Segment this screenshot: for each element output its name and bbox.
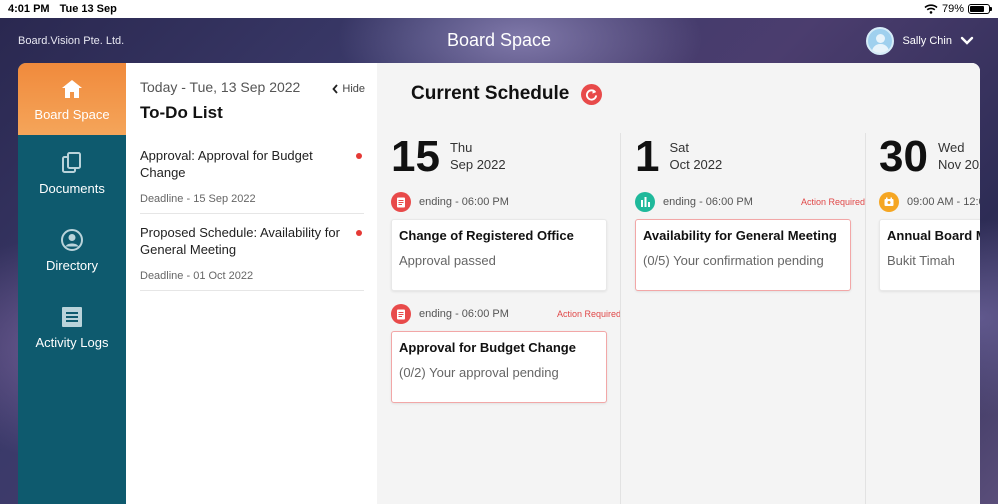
- sidebar-item-label: Board Space: [34, 106, 110, 122]
- user-name: Sally Chin: [902, 34, 952, 47]
- action-required-badge: Action Required: [556, 309, 621, 319]
- month-year: Oct 2022: [669, 157, 723, 172]
- event-time: ending - 06:00 PM: [663, 196, 753, 208]
- todo-item-title: Approval: Approval for Budget Change: [140, 148, 313, 180]
- bar-chart-icon: [635, 192, 655, 212]
- schedule-area: Current Schedule 15 Thu Sep 2022 ending …: [377, 63, 980, 504]
- event-meta: ending - 06:00 PM: [391, 191, 621, 213]
- event-time: ending - 06:00 PM: [419, 196, 509, 208]
- battery-percent: 79%: [941, 3, 964, 15]
- schedule-column: 30 Wed Nov 2022 09:00 AM - 12:00 PM Annu…: [879, 133, 980, 504]
- schedule-title: Current Schedule: [411, 83, 570, 104]
- todo-title: To-Do List: [140, 103, 223, 122]
- event-card[interactable]: Change of Registered Office Approval pas…: [391, 219, 607, 291]
- month-year: Nov 2022: [937, 157, 980, 172]
- sidebar-item-label: Documents: [39, 181, 105, 196]
- chevron-left-icon: [332, 84, 339, 94]
- event: 09:00 AM - 12:00 PM Annual Board Meeting…: [879, 191, 980, 291]
- todo-item-deadline: Deadline - 01 Oct 2022: [140, 270, 254, 282]
- document-icon: [391, 192, 411, 212]
- column-divider: [865, 133, 866, 504]
- day-info: Thu Sep 2022: [450, 139, 506, 173]
- top-bar: Board.Vision Pte. Ltd. Board Space Sally…: [0, 18, 998, 63]
- list-item[interactable]: Approval: Approval for Budget Change Dea…: [140, 137, 364, 214]
- status-bar: 4:01 PM Tue 13 Sep 79%: [0, 0, 998, 18]
- battery-icon: [968, 4, 992, 14]
- day-info: Wed Nov 2022: [938, 139, 980, 173]
- todo-panel: Today - Tue, 13 Sep 2022 Hide To-Do List…: [126, 63, 377, 504]
- unread-dot: [356, 230, 362, 236]
- event-title: Change of Registered Office: [399, 228, 574, 243]
- weekday: Thu: [449, 140, 473, 155]
- sidebar: Board Space Documents Directory Activity…: [18, 63, 126, 504]
- unread-dot: [356, 153, 362, 159]
- date-row: 1 Sat Oct 2022: [635, 133, 865, 183]
- column-divider: [620, 133, 621, 504]
- documents-icon: [62, 152, 81, 173]
- event: ending - 06:00 PM Action Required Approv…: [391, 303, 621, 403]
- status-time: 4:01 PM: [8, 3, 50, 15]
- chevron-down-icon: [960, 36, 974, 45]
- sidebar-item-directory[interactable]: Directory: [18, 212, 126, 289]
- sidebar-item-label: Directory: [45, 258, 98, 273]
- event-subtitle: Approval passed: [399, 253, 496, 268]
- person-icon: [61, 229, 83, 251]
- date-row: 15 Thu Sep 2022: [391, 133, 621, 183]
- sidebar-item-documents[interactable]: Documents: [18, 135, 126, 212]
- day-number: 15: [391, 132, 440, 181]
- date-row: 30 Wed Nov 2022: [879, 133, 980, 183]
- event-meta: 09:00 AM - 12:00 PM: [879, 191, 980, 213]
- event-time: ending - 06:00 PM: [419, 308, 509, 320]
- schedule-column: 15 Thu Sep 2022 ending - 06:00 PM Change…: [391, 133, 621, 504]
- todo-date: Today - Tue, 13 Sep 2022: [140, 79, 301, 95]
- avatar: [866, 26, 895, 55]
- event-subtitle: (0/2) Your approval pending: [399, 365, 559, 380]
- action-required-badge: Action Required: [800, 197, 865, 207]
- main-panel: Board Space Documents Directory Activity…: [18, 63, 980, 504]
- wifi-icon: [924, 4, 938, 14]
- refresh-icon: [586, 88, 598, 101]
- weekday: Wed: [937, 140, 965, 155]
- event-subtitle: Bukit Timah: [887, 253, 955, 268]
- todo-item-deadline: Deadline - 15 Sep 2022: [140, 193, 256, 205]
- todo-item-title: Proposed Schedule: Availability for Gene…: [140, 225, 340, 257]
- day-number: 1: [635, 132, 660, 181]
- event-card[interactable]: Approval for Budget Change (0/2) Your ap…: [391, 331, 607, 403]
- event-card[interactable]: Annual Board Meeting Bukit Timah: [879, 219, 980, 291]
- weekday: Sat: [669, 140, 689, 155]
- schedule-header: Current Schedule: [411, 83, 603, 105]
- hide-button[interactable]: Hide: [332, 83, 365, 95]
- sidebar-item-label: Activity Logs: [35, 335, 109, 350]
- event-subtitle: (0/5) Your confirmation pending: [643, 253, 824, 268]
- event: ending - 06:00 PM Action Required Availa…: [635, 191, 865, 291]
- list-item[interactable]: Proposed Schedule: Availability for Gene…: [140, 214, 364, 291]
- sidebar-item-activity-logs[interactable]: Activity Logs: [18, 289, 126, 366]
- refresh-button[interactable]: [581, 83, 603, 105]
- meeting-icon: [879, 192, 899, 212]
- day-info: Sat Oct 2022: [669, 139, 722, 173]
- event-title: Approval for Budget Change: [399, 340, 576, 355]
- document-icon: [391, 304, 411, 324]
- hide-label: Hide: [342, 83, 365, 95]
- sidebar-item-board-space[interactable]: Board Space: [18, 63, 126, 135]
- event-meta: ending - 06:00 PM Action Required: [391, 303, 621, 325]
- event-card[interactable]: Availability for General Meeting (0/5) Y…: [635, 219, 851, 291]
- event-meta: ending - 06:00 PM Action Required: [635, 191, 865, 213]
- status-right: 79%: [924, 3, 992, 15]
- month-year: Sep 2022: [449, 157, 506, 172]
- event: ending - 06:00 PM Change of Registered O…: [391, 191, 621, 291]
- day-number: 30: [879, 132, 928, 181]
- event-title: Annual Board Meeting: [887, 228, 980, 243]
- list-icon: [62, 307, 82, 327]
- event-time: 09:00 AM - 12:00 PM: [907, 196, 980, 208]
- event-title: Availability for General Meeting: [643, 228, 837, 243]
- schedule-column: 1 Sat Oct 2022 ending - 06:00 PM Action …: [635, 133, 865, 504]
- page-title: Board Space: [446, 30, 552, 50]
- status-date: Tue 13 Sep: [59, 3, 117, 15]
- user-menu[interactable]: Sally Chin: [866, 26, 974, 55]
- home-icon: [62, 79, 82, 98]
